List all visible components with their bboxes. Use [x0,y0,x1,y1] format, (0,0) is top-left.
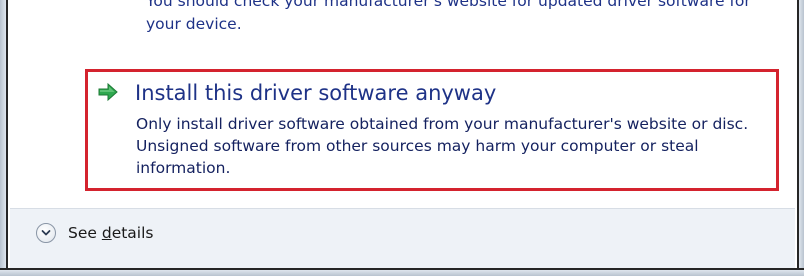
window-frame-right [797,0,804,276]
chevron-down-icon[interactable] [36,223,56,243]
warning-text: You should check your manufacturer's web… [146,0,751,33]
green-arrow-icon[interactable] [97,82,119,102]
install-anyway-description: Only install driver software obtained fr… [136,115,749,177]
see-details-label[interactable]: See details [68,224,154,242]
install-anyway-link[interactable]: Install this driver software anyway [135,79,496,107]
window-frame-bottom [0,268,804,276]
dialog-footer: See details [10,208,795,269]
window-frame-left [0,0,8,276]
see-details-button[interactable]: See details [36,223,154,243]
dialog-window: You should check your manufacturer's web… [0,0,804,276]
